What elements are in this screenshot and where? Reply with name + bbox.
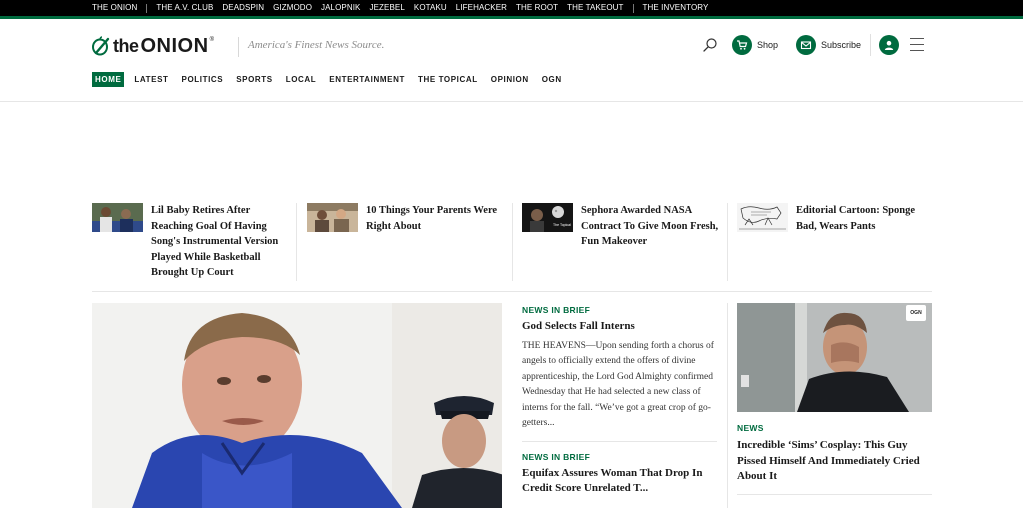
site-logo[interactable]: the ONION ®: [91, 35, 214, 57]
trending-strip: Lil Baby Retires After Reaching Goal Of …: [92, 203, 932, 292]
nav-local[interactable]: LOCAL: [286, 72, 317, 87]
trending-thumbnail: [307, 203, 358, 232]
shop-button[interactable]: Shop: [732, 35, 778, 55]
section-kicker[interactable]: NEWS IN BRIEF: [522, 452, 717, 462]
side-story-headline[interactable]: Incredible ‘Sims’ Cosplay: This Guy Piss…: [737, 438, 932, 485]
account-icon[interactable]: [879, 35, 899, 55]
header-separator: [870, 34, 871, 56]
network-link-lifehacker[interactable]: LIFEHACKER: [456, 0, 507, 16]
network-link-gizmodo[interactable]: GIZMODO: [273, 0, 312, 16]
network-link-jezebel[interactable]: JEZEBEL: [370, 0, 405, 16]
side-photo: [737, 303, 932, 412]
trending-item[interactable]: 10 Things Your Parents Were Right About: [307, 203, 507, 283]
brief-body: THE HEAVENS—Upon sending forth a chorus …: [522, 340, 714, 429]
network-link-the-root[interactable]: THE ROOT: [516, 0, 558, 16]
ogn-badge: OGN: [906, 305, 926, 321]
nav-home[interactable]: HOME: [92, 72, 125, 87]
subscribe-label: Subscribe: [821, 40, 862, 50]
network-separator: [632, 3, 634, 13]
network-link-the-inventory[interactable]: THE INVENTORY: [643, 0, 709, 16]
side-story: OGN NEWS Incredible ‘Sims’ Cosplay: This…: [737, 303, 932, 495]
network-bar: THE ONION THE A.V. CLUB DEADSPIN GIZMODO…: [0, 0, 1023, 16]
nav-opinion[interactable]: OPINION: [491, 72, 529, 87]
shopping-cart-icon: [732, 35, 752, 55]
svg-text:The Topical: The Topical: [553, 223, 571, 227]
main-nav: HOME LATEST POLITICS SPORTS LOCAL ENTERT…: [92, 72, 575, 87]
hero-story-image[interactable]: [92, 303, 502, 508]
trending-title: 10 Things Your Parents Were Right About: [366, 205, 498, 232]
editorial-cartoon-thumbnail: [737, 203, 788, 232]
site-header: the ONION ® America's Finest News Source…: [0, 19, 1023, 102]
logo-divider: [238, 37, 239, 57]
nav-entertainment[interactable]: ENTERTAINMENT: [329, 72, 405, 87]
story-divider: [737, 493, 932, 495]
section-kicker[interactable]: NEWS IN BRIEF: [522, 305, 717, 315]
news-in-brief-column: NEWS IN BRIEF God Selects Fall Interns T…: [522, 303, 717, 497]
network-link-the-takeout[interactable]: THE TAKEOUT: [567, 0, 623, 16]
mail-icon: [796, 35, 816, 55]
network-link-jalopnik[interactable]: JALOPNIK: [321, 0, 360, 16]
hamburger-menu-icon[interactable]: [910, 38, 924, 52]
trending-item[interactable]: Lil Baby Retires After Reaching Goal Of …: [92, 203, 292, 283]
site-tagline: America's Finest News Source.: [248, 39, 385, 51]
trending-separator: [727, 203, 728, 281]
section-kicker[interactable]: NEWS: [737, 423, 932, 433]
nav-sports[interactable]: SPORTS: [236, 72, 273, 87]
trending-separator: [512, 203, 513, 281]
column-divider: [727, 303, 728, 508]
trending-item[interactable]: The Topical Sephora Awarded NASA Contrac…: [522, 203, 722, 283]
nav-latest[interactable]: LATEST: [134, 72, 168, 87]
trending-item[interactable]: Editorial Cartoon: Sponge Bad, Wears Pan…: [737, 203, 932, 283]
network-link-av-club[interactable]: THE A.V. CLUB: [156, 0, 213, 16]
nav-ogn[interactable]: OGN: [542, 72, 562, 87]
trending-title: Editorial Cartoon: Sponge Bad, Wears Pan…: [796, 205, 916, 232]
network-link-the-onion[interactable]: THE ONION: [92, 0, 137, 16]
brief-headline[interactable]: Equifax Assures Woman That Drop In Credi…: [522, 466, 717, 497]
network-link-deadspin[interactable]: DEADSPIN: [222, 0, 264, 16]
hero-photo: [92, 303, 502, 508]
logo-wordmark-onion: ONION: [140, 34, 209, 57]
trending-thumbnail: The Topical: [522, 203, 573, 232]
logo-registered-mark: ®: [209, 37, 214, 43]
network-link-kotaku[interactable]: KOTAKU: [414, 0, 447, 16]
brief-headline[interactable]: God Selects Fall Interns: [522, 319, 717, 335]
side-story-image[interactable]: OGN: [737, 303, 932, 412]
trending-title: Sephora Awarded NASA Contract To Give Mo…: [581, 205, 719, 247]
trending-separator: [296, 203, 297, 281]
nav-politics[interactable]: POLITICS: [182, 72, 224, 87]
trending-thumbnail: [92, 203, 143, 232]
logo-wordmark-the: the: [113, 35, 139, 56]
search-icon[interactable]: [702, 37, 718, 53]
trending-title: Lil Baby Retires After Reaching Goal Of …: [151, 205, 279, 278]
onion-logo-icon: [92, 36, 110, 56]
network-separator: [146, 3, 148, 13]
nav-the-topical[interactable]: THE TOPICAL: [418, 72, 478, 87]
shop-label: Shop: [757, 40, 779, 50]
subscribe-button[interactable]: Subscribe: [796, 35, 861, 55]
story-divider: [522, 440, 717, 442]
